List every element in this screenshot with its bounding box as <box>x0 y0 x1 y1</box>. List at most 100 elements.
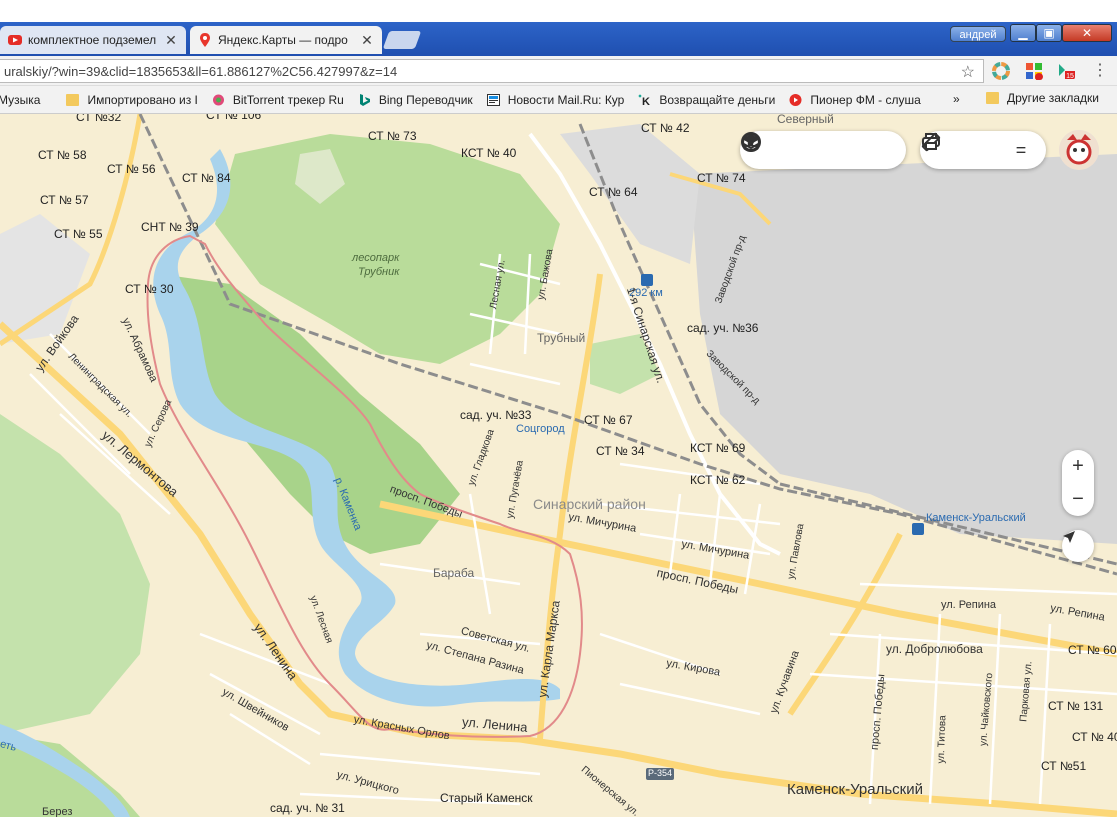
map-label: Трубник <box>358 266 400 278</box>
map-label: СТ № 58 <box>38 148 87 162</box>
zoom-control: + − <box>1062 450 1094 516</box>
panorama-button[interactable] <box>743 131 824 169</box>
bookmark-item[interactable]: Музыка <box>0 93 40 107</box>
map-label: Каменск-Уральский <box>926 512 1026 524</box>
extension-app-icon[interactable] <box>1025 62 1043 80</box>
tab-youtube[interactable]: комплектное подземел ✕ <box>0 26 186 54</box>
map-label: СТ № 40 <box>1072 730 1117 744</box>
svg-text:15: 15 <box>1066 73 1074 80</box>
map-label: СТ № 30 <box>125 282 174 296</box>
minimize-button[interactable]: ▁ <box>1010 24 1036 42</box>
street-label: ул. Репина <box>941 599 997 611</box>
user-avatar[interactable] <box>1059 130 1099 170</box>
folder-icon <box>986 92 999 104</box>
map-label: КСТ № 40 <box>461 146 517 160</box>
zoom-in-button[interactable]: + <box>1062 450 1094 483</box>
more-menu-button[interactable]: = <box>1002 131 1040 169</box>
bookmark-label: Bing Переводчик <box>378 92 473 107</box>
map-label: СТ №32 <box>76 114 122 124</box>
printer-icon <box>922 133 940 150</box>
map-label: Трубный <box>537 331 586 345</box>
browser-menu-icon[interactable]: ⋮ <box>1092 60 1108 80</box>
yandex-maps-pin-icon <box>200 33 210 47</box>
map-label: СТ № 74 <box>697 171 746 185</box>
browser-tabstrip: комплектное подземел ✕ Яндекс.Карты — по… <box>0 0 1117 56</box>
geolocation-button[interactable] <box>1062 530 1094 562</box>
bookmark-label: Другие закладки <box>1007 91 1099 105</box>
parking-button[interactable]: P <box>741 131 862 169</box>
address-bar[interactable]: ☆ <box>0 59 984 83</box>
maximize-button[interactable]: ▣ <box>1036 24 1062 42</box>
railway-station-icon <box>912 523 924 535</box>
bookmark-label: BitTorrent трекер Ru <box>232 92 344 107</box>
map-label: Каменск-Уральский <box>787 781 924 798</box>
map-label: СТ № 55 <box>54 227 103 241</box>
street-label: ул. Добролюбова <box>886 642 983 656</box>
bookmark-star-icon[interactable]: ☆ <box>961 62 975 82</box>
map-label: СТ № 57 <box>40 193 89 207</box>
other-bookmarks-folder[interactable]: Другие закладки <box>986 91 1099 105</box>
map-label: СТ № 64 <box>589 185 638 199</box>
map-label: СТ № 34 <box>596 444 645 458</box>
close-icon[interactable]: ✕ <box>164 32 178 49</box>
profile-button[interactable]: андрей <box>950 26 1006 42</box>
bittorrent-icon <box>212 94 224 105</box>
mail-ru-icon <box>486 93 500 106</box>
window-close-button[interactable]: ✕ <box>1062 24 1112 42</box>
map-label: Синарский район <box>533 496 646 512</box>
bookmark-item[interactable]: BitTorrent трекер Ru <box>212 93 344 107</box>
map-label: КСТ № 69 <box>690 441 746 455</box>
browser-toolbar: ☆ <box>0 56 1117 86</box>
bookmark-item[interactable]: Bing Переводчик <box>358 93 473 107</box>
bing-icon <box>359 93 370 106</box>
map-label: СТ №51 <box>1041 759 1087 773</box>
tab-title: Яндекс.Карты — подро <box>218 33 348 47</box>
url-input[interactable] <box>0 63 940 79</box>
map-layer-controls: P <box>740 131 906 169</box>
zoom-out-button[interactable]: − <box>1062 483 1094 516</box>
bookmark-label: Возвращайте деньги <box>659 92 776 107</box>
map-label: СНТ № 39 <box>141 220 199 234</box>
extension-badge-icon[interactable]: 15 <box>1057 62 1075 80</box>
youtube-icon <box>8 35 22 45</box>
map-label: Соцгород <box>516 423 565 435</box>
new-tab-button[interactable] <box>382 31 422 49</box>
bookmark-label: Музыка <box>0 92 41 107</box>
map-label: Северный <box>777 114 834 126</box>
tab-yandex-maps[interactable]: Яндекс.Карты — подро ✕ <box>190 26 382 54</box>
map-label: Старый Каменск <box>440 791 533 805</box>
map-label: лесопарк <box>352 252 400 264</box>
bookmark-folder[interactable]: Импортировано из I <box>66 93 198 107</box>
bookmark-label: Новости Mail.Ru: Кур <box>507 92 625 107</box>
print-button[interactable] <box>922 131 1002 169</box>
road-badge-label: Р-354 <box>648 768 673 778</box>
map-label: КСТ № 62 <box>690 473 746 487</box>
map-label: сад. уч. №33 <box>460 408 532 422</box>
map-label: СТ № 131 <box>1048 699 1104 713</box>
map-canvas[interactable]: СТ №32 СТ № 106 СТ № 73 СТ № 42 Северный… <box>0 114 1117 817</box>
tab-title: комплектное подземел <box>28 33 157 47</box>
bookmarks-bar: Музыка Импортировано из I BitTorrent тре… <box>0 86 1117 114</box>
avatar-image <box>1059 130 1099 170</box>
bookmark-label: Пионер ФМ - слуша <box>810 92 921 107</box>
map-tools-controls: = <box>920 131 1046 169</box>
location-arrow-icon <box>1063 531 1075 543</box>
map-label: СТ № 106 <box>206 114 262 122</box>
bookmarks-overflow-button[interactable]: » <box>953 92 960 106</box>
cashback-icon: K <box>638 94 650 106</box>
map-label: Берез <box>42 806 73 817</box>
map-label: СТ № 67 <box>584 413 633 427</box>
extension-colorwheel-icon[interactable] <box>992 62 1010 80</box>
map-label: СТ № 84 <box>182 171 231 185</box>
industrial-zone <box>690 154 1117 544</box>
map-label: СТ № 56 <box>107 162 156 176</box>
map-label: сад. уч. №36 <box>687 321 759 335</box>
street-label: ул. Титова <box>935 715 949 764</box>
layers-button[interactable] <box>741 131 901 169</box>
close-icon[interactable]: ✕ <box>360 32 374 49</box>
map-label: сад. уч. № 31 <box>270 801 345 815</box>
railway-station-icon <box>641 274 653 286</box>
bookmark-item[interactable]: Новости Mail.Ru: Кур <box>486 92 625 107</box>
bookmark-item[interactable]: K Возвращайте деньги <box>638 93 775 107</box>
bookmark-item[interactable]: Пионер ФМ - слуша <box>789 92 921 107</box>
